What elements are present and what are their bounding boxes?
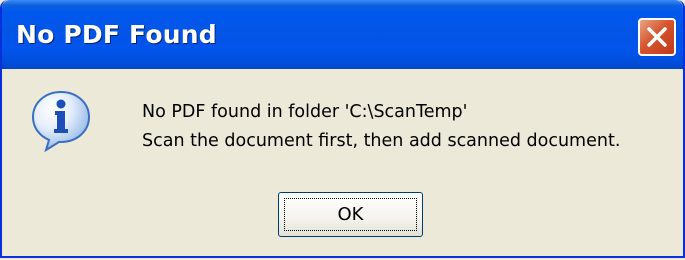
message-line-1: No PDF found in folder 'C:\ScanTemp' [142,102,468,122]
ok-button-label: OK [337,204,364,225]
dialog-title: No PDF Found [16,20,217,49]
close-icon [647,27,667,47]
message-dialog: No PDF Found No PDF found in folder 'C:\… [0,0,685,258]
title-bar[interactable]: No PDF Found [2,0,683,69]
message-line-2: Scan the document first, then add scanne… [142,131,621,151]
close-button[interactable] [638,18,676,56]
ok-button[interactable]: OK [278,192,423,237]
dialog-message: No PDF found in folder 'C:\ScanTemp' Sca… [142,98,620,156]
information-icon [30,89,92,153]
